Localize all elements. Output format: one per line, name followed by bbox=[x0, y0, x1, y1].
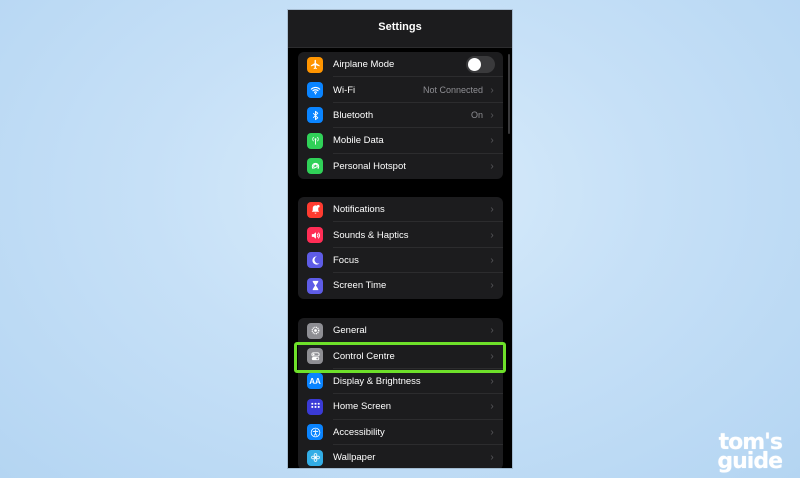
chevron-right-icon: › bbox=[490, 160, 494, 172]
logo-line-2: guide bbox=[717, 448, 783, 474]
flower-icon bbox=[307, 449, 323, 466]
row-label: General bbox=[333, 325, 367, 337]
chevron-right-icon: › bbox=[490, 254, 494, 266]
bluetooth-icon bbox=[307, 107, 323, 124]
settings-row-sounds-and-haptics[interactable]: Sounds & Haptics › bbox=[298, 222, 503, 248]
settings-screen: Settings Airplane Mode Wi-Fi Not Connected… bbox=[288, 10, 512, 468]
row-label: Accessibility bbox=[333, 426, 385, 438]
connectivity-group: Airplane Mode Wi-Fi Not Connected › Bluetoot… bbox=[298, 52, 503, 179]
chevron-right-icon: › bbox=[490, 229, 494, 241]
highlight-box bbox=[294, 342, 506, 373]
row-label: Bluetooth bbox=[333, 109, 374, 121]
settings-row-wallpaper[interactable]: Wallpaper › bbox=[298, 445, 503, 468]
row-label: Sounds & Haptics bbox=[333, 229, 409, 241]
settings-row-home-screen[interactable]: Home Screen › bbox=[298, 394, 503, 420]
moon-icon bbox=[307, 252, 323, 269]
gear-icon bbox=[307, 322, 323, 339]
wifi-icon bbox=[307, 82, 323, 99]
settings-row-general[interactable]: General › bbox=[298, 318, 503, 344]
row-label: Wallpaper bbox=[333, 452, 376, 464]
settings-row-focus[interactable]: Focus › bbox=[298, 248, 503, 274]
notifications-group: Notifications › Sounds & Haptics › Focus › Scr… bbox=[298, 197, 503, 299]
settings-row-airplane-mode[interactable]: Airplane Mode bbox=[298, 52, 503, 78]
antenna-icon bbox=[307, 132, 323, 149]
settings-row-notifications[interactable]: Notifications › bbox=[298, 197, 503, 223]
settings-row-mobile-data[interactable]: Mobile Data › bbox=[298, 128, 503, 154]
scrollbar[interactable] bbox=[508, 54, 510, 134]
toms-guide-logo: tom's guide bbox=[717, 432, 783, 474]
chevron-right-icon: › bbox=[490, 426, 494, 438]
row-label: Display & Brightness bbox=[333, 375, 421, 387]
row-label: Screen Time bbox=[333, 280, 387, 292]
bell-icon bbox=[307, 201, 323, 218]
chevron-right-icon: › bbox=[490, 109, 494, 121]
row-label: Airplane Mode bbox=[333, 59, 395, 71]
navigation-bar: Settings bbox=[288, 10, 512, 48]
chevron-right-icon: › bbox=[490, 452, 494, 464]
page-title: Settings bbox=[378, 21, 422, 33]
chevron-right-icon: › bbox=[490, 84, 494, 96]
row-value: On bbox=[470, 110, 483, 121]
chevron-right-icon: › bbox=[490, 135, 494, 147]
settings-row-bluetooth[interactable]: Bluetooth On › bbox=[298, 103, 503, 129]
row-label: Wi-Fi bbox=[333, 84, 356, 96]
accessibility-icon bbox=[307, 424, 323, 441]
settings-row-accessibility[interactable]: Accessibility › bbox=[298, 420, 503, 445]
hotspot-icon bbox=[307, 158, 323, 175]
row-label: Notifications bbox=[333, 204, 385, 216]
hourglass-icon bbox=[307, 277, 323, 294]
row-value: Not Connected bbox=[422, 85, 483, 96]
chevron-right-icon: › bbox=[490, 280, 494, 292]
app-grid-icon bbox=[307, 398, 323, 415]
text-size-icon: AA bbox=[307, 373, 323, 390]
chevron-right-icon: › bbox=[490, 325, 494, 337]
chevron-right-icon: › bbox=[490, 204, 494, 216]
settings-row-personal-hotspot[interactable]: Personal Hotspot › bbox=[298, 154, 503, 179]
settings-row-wi-fi[interactable]: Wi-Fi Not Connected › bbox=[298, 77, 503, 103]
toggle-knob bbox=[468, 58, 481, 72]
general-group: General › Control Centre › AA Display & Brigh… bbox=[298, 318, 503, 468]
row-label: Home Screen bbox=[333, 401, 392, 413]
row-label: Mobile Data bbox=[333, 135, 384, 147]
row-label: Personal Hotspot bbox=[333, 160, 406, 172]
chevron-right-icon: › bbox=[490, 401, 494, 413]
row-label: Focus bbox=[333, 254, 359, 266]
settings-row-screen-time[interactable]: Screen Time › bbox=[298, 273, 503, 298]
airplane-mode-toggle[interactable] bbox=[466, 56, 495, 74]
chevron-right-icon: › bbox=[490, 375, 494, 387]
airplane-icon bbox=[307, 56, 323, 73]
speaker-icon bbox=[307, 227, 323, 244]
